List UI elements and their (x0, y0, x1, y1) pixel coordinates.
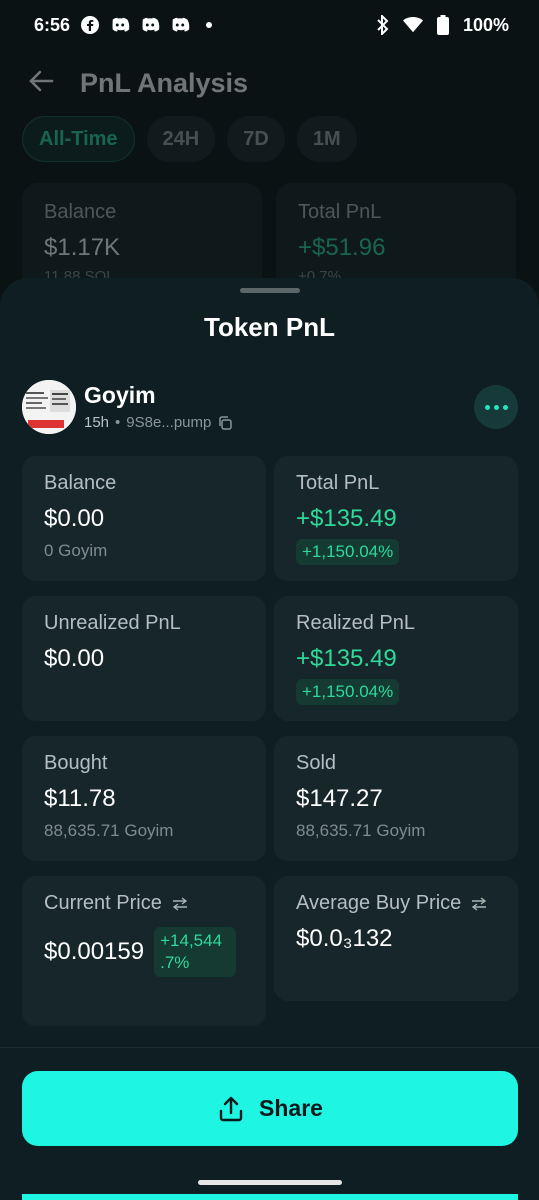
average-buy-price-value: $0.0₃132 (296, 925, 393, 952)
more-dot-icon (502, 404, 508, 410)
teal-strip (22, 1194, 518, 1200)
average-buy-price-label: Average Buy Price (296, 892, 462, 914)
sold-value: $147.27 (296, 785, 383, 812)
back-arrow-icon[interactable] (28, 70, 54, 97)
realized-pnl-label: Realized PnL (296, 612, 415, 634)
battery-icon (433, 15, 453, 35)
swap-arrows-icon[interactable] (172, 896, 188, 911)
wifi-icon (402, 15, 423, 35)
more-dot-icon (484, 404, 490, 410)
share-label: Share (259, 1095, 323, 1121)
balance-sub: 0 Goyim (44, 541, 108, 560)
balance-value: $0.00 (44, 505, 105, 532)
total-pnl-value: +$135.49 (296, 505, 397, 532)
token-age: 15h (84, 414, 110, 431)
discord-icon (140, 15, 160, 35)
page-title: PnL Analysis (80, 68, 249, 98)
tab-all-time[interactable]: All-Time (22, 116, 135, 162)
balance-label: Balance (44, 472, 117, 494)
current-price-change-line1: +14,544 (160, 931, 223, 950)
current-price-label: Current Price (44, 892, 162, 914)
bg-total-pnl-value: +$51.96 (298, 234, 386, 261)
token-avatar (22, 380, 76, 434)
meta-separator: • (115, 414, 121, 431)
token-pnl-sheet: Token PnL Goyim 15h • 9S8e...pump Balanc… (0, 278, 539, 1200)
bought-card: Bought $11.78 88,635.71 Goyim (22, 736, 266, 861)
facebook-icon (80, 15, 100, 35)
current-price-value: $0.00159 (44, 938, 145, 965)
bluetooth-icon (373, 15, 393, 35)
current-price-header: Current Price (44, 892, 244, 915)
total-pnl-label: Total PnL (296, 472, 380, 494)
discord-icon (110, 15, 130, 35)
sold-card: Sold $147.27 88,635.71 Goyim (274, 736, 518, 861)
realized-pnl-value: +$135.49 (296, 645, 397, 672)
realized-pnl-percent-badge: +1,150.04% (296, 679, 400, 705)
bg-balance-value: $1.17K (44, 234, 121, 261)
more-dot-icon (493, 404, 499, 410)
bg-balance-label: Balance (44, 201, 117, 223)
average-buy-price-header: Average Buy Price (296, 892, 496, 915)
bought-label: Bought (44, 752, 108, 774)
swap-arrows-icon[interactable] (471, 896, 487, 911)
realized-pnl-card: Realized PnL +$135.49 +1,150.04% (274, 596, 518, 721)
time-range-tabs: All-Time 24H 7D 1M (22, 116, 357, 162)
current-price-change-line2: .7% (160, 953, 190, 972)
total-pnl-card: Total PnL +$135.49 +1,150.04% (274, 456, 518, 581)
balance-card: Balance $0.00 0 Goyim (22, 456, 266, 581)
discord-icon (170, 15, 190, 35)
average-buy-price-card: Average Buy Price $0.0₃132 (274, 876, 518, 1001)
sheet-drag-handle[interactable] (240, 288, 300, 293)
divider (0, 1047, 539, 1048)
unrealized-pnl-card: Unrealized PnL $0.00 (22, 596, 266, 721)
total-pnl-percent-badge: +1,150.04% (296, 539, 400, 565)
current-price-card: Current Price $0.00159 +14,544 .7% (22, 876, 266, 1026)
token-name: Goyim (84, 382, 156, 408)
background-screen: PnL Analysis All-Time 24H 7D 1M Balance … (0, 50, 539, 310)
tab-7d[interactable]: 7D (227, 116, 285, 162)
more-options-button[interactable] (474, 385, 518, 429)
tab-1m[interactable]: 1M (296, 116, 357, 162)
share-icon (217, 1095, 245, 1123)
sold-sub: 88,635.71 Goyim (296, 821, 426, 840)
sheet-title: Token PnL (204, 312, 335, 342)
tab-24h[interactable]: 24H (146, 116, 216, 162)
copy-icon[interactable] (217, 415, 233, 431)
current-price-change-badge: +14,544 .7% (154, 927, 237, 977)
sold-label: Sold (296, 752, 337, 774)
unrealized-pnl-value: $0.00 (44, 645, 105, 672)
token-header: Goyim 15h • 9S8e...pump (22, 380, 518, 434)
token-meta: 15h • 9S8e...pump (84, 414, 233, 431)
bought-sub: 88,635.71 Goyim (44, 821, 174, 840)
bg-total-pnl-label: Total PnL (298, 201, 382, 223)
unrealized-pnl-label: Unrealized PnL (44, 612, 181, 634)
status-bar: 6:56 100% (0, 0, 539, 50)
token-address: 9S8e...pump (126, 414, 212, 431)
home-indicator[interactable] (198, 1180, 342, 1185)
notification-dot-icon (206, 22, 213, 28)
share-button[interactable]: Share (22, 1071, 518, 1146)
status-time: 6:56 (34, 14, 71, 35)
bought-value: $11.78 (44, 785, 116, 812)
battery-percent: 100% (462, 14, 509, 35)
